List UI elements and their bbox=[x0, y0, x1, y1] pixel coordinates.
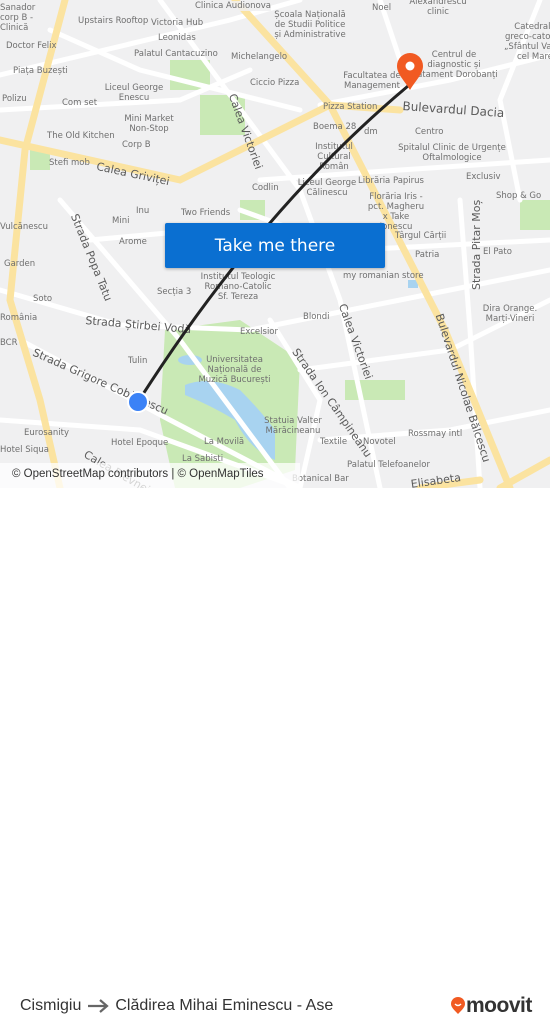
origin-name: Cismigiu bbox=[20, 997, 82, 1014]
route-title: Cismigiu Clădirea Mihai Eminescu - Ase bbox=[20, 997, 333, 1015]
arrow-right-icon bbox=[88, 999, 110, 1013]
footer: Cismigiu Clădirea Mihai Eminescu - Ase m… bbox=[0, 488, 550, 1017]
map-attribution[interactable]: © OpenStreetMap contributors | © OpenMap… bbox=[0, 463, 300, 488]
map[interactable]: Calea Victoriei Calea Griviței Bulevardu… bbox=[0, 0, 550, 488]
moovit-wordmark: moovit bbox=[466, 994, 532, 1017]
destination-name: Clădirea Mihai Eminescu - Ase bbox=[115, 997, 334, 1014]
take-me-there-button[interactable]: Take me there bbox=[165, 223, 385, 268]
moovit-logo-icon bbox=[451, 997, 465, 1014]
map-pin-icon bbox=[397, 53, 423, 90]
moovit-logo: moovit bbox=[450, 994, 532, 1018]
origin-dot-icon bbox=[127, 391, 149, 413]
